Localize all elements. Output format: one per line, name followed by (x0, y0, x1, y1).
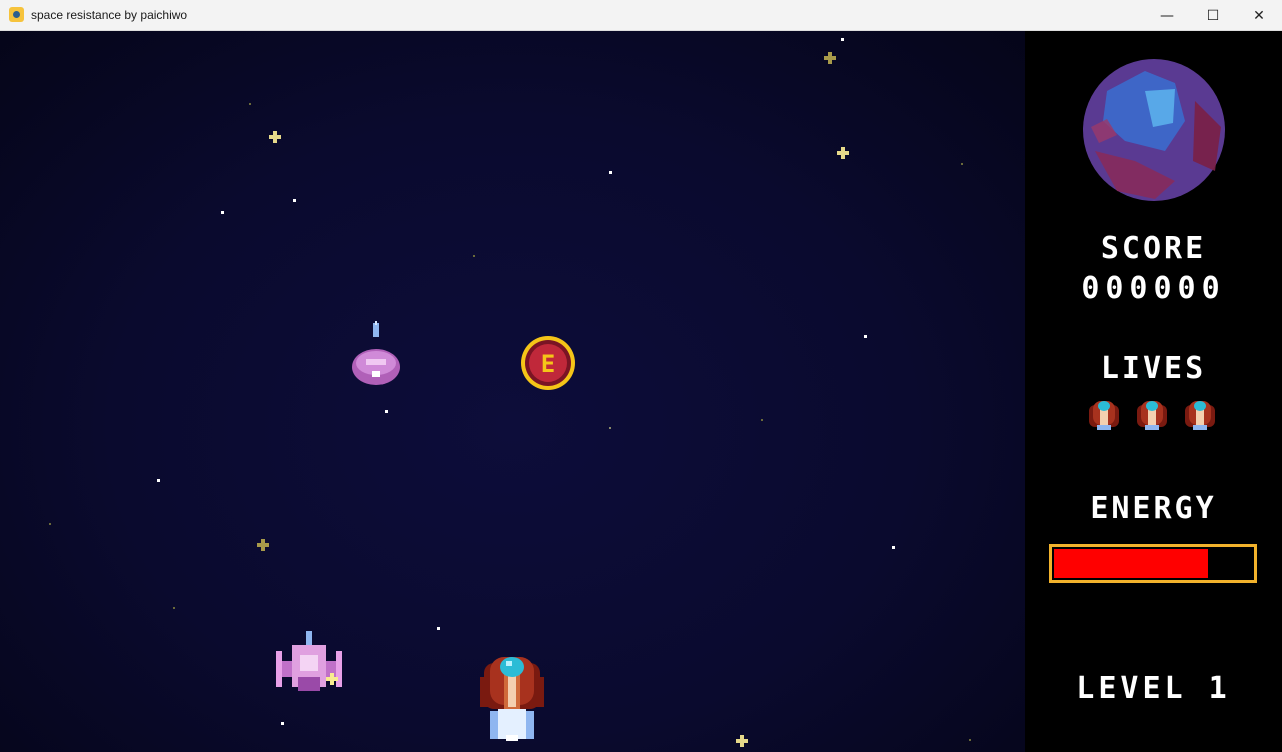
starfield (49, 38, 971, 741)
energy-bar-fill (1054, 549, 1208, 578)
player-ship (480, 657, 544, 741)
minimize-button[interactable]: — (1144, 0, 1190, 31)
energy-powerup: E (521, 336, 575, 390)
hud-panel: SCORE 000000 LIVES ENERGY LEVEL 1 (1025, 31, 1282, 752)
score-label: SCORE (1100, 231, 1207, 266)
planet-graphic (1083, 59, 1225, 201)
lives-label: LIVES (1100, 351, 1207, 386)
enemy-fighter (276, 631, 342, 691)
life-ship-icon (1185, 401, 1215, 430)
close-button[interactable]: ✕ (1236, 0, 1282, 31)
lives-indicator (1087, 397, 1222, 431)
powerup-letter: E (541, 350, 555, 378)
app-icon (9, 7, 24, 22)
space-scene: E (49, 38, 971, 747)
life-ship-icon (1137, 401, 1167, 430)
score-value: 000000 (1081, 271, 1226, 306)
life-ship-icon (1089, 401, 1119, 430)
window-title: space resistance by paichiwo (31, 8, 188, 22)
twinkle-stars (257, 52, 849, 747)
game-window: space resistance by paichiwo — ☐ ✕ E SCO… (0, 0, 1282, 752)
energy-bar (1049, 544, 1257, 583)
energy-label: ENERGY (1090, 491, 1217, 526)
enemy-drone (352, 321, 400, 385)
game-canvas[interactable]: E (0, 31, 1025, 752)
title-bar[interactable]: space resistance by paichiwo — ☐ ✕ (0, 0, 1282, 31)
level-label: LEVEL 1 (1076, 671, 1231, 706)
maximize-button[interactable]: ☐ (1190, 0, 1236, 31)
